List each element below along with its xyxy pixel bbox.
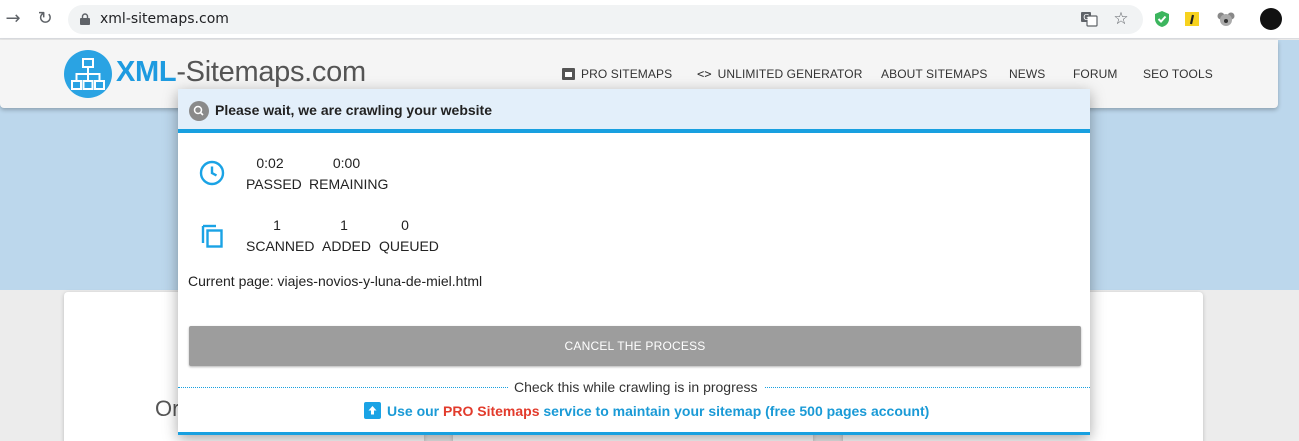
check-note-text: Check this while crawling is in progress (508, 379, 764, 395)
pages-queued-label: QUEUED (379, 238, 439, 254)
extension-i-icon[interactable] (1182, 9, 1202, 29)
reload-icon[interactable]: ↻ (34, 8, 56, 30)
current-page-text: Current page: viajes-novios-y-luna-de-mi… (188, 273, 483, 289)
forward-arrow-icon[interactable]: → (2, 8, 24, 30)
clock-icon (199, 160, 225, 186)
nav-news[interactable]: NEWS (1009, 67, 1045, 81)
time-passed-label: PASSED (246, 176, 302, 192)
url-text[interactable]: xml-sitemaps.com (100, 11, 229, 27)
dialog-bottom-border (178, 432, 1090, 435)
koala-extension-icon[interactable] (1216, 9, 1236, 29)
nav-seo-tools[interactable]: SEO TOOLS (1143, 67, 1213, 81)
time-remaining-label: REMAINING (309, 176, 389, 192)
pages-queued-value: 0 (401, 217, 409, 233)
pages-added-value: 1 (340, 217, 348, 233)
cancel-process-button[interactable]: CANCEL THE PROCESS (189, 326, 1081, 366)
translate-icon[interactable]: G (1080, 10, 1098, 28)
search-icon (189, 101, 209, 121)
copy-pages-icon (201, 224, 223, 248)
nav-forum[interactable]: FORUM (1073, 67, 1118, 81)
time-remaining-value: 0:00 (332, 155, 361, 171)
crawl-progress-dialog: Please wait, we are crawling your websit… (178, 89, 1090, 435)
svg-text:G: G (1083, 13, 1089, 22)
nav-pro-sitemaps[interactable]: PRO SITEMAPS (562, 67, 672, 81)
pages-added-label: ADDED (322, 238, 372, 254)
nav-unlimited-generator[interactable]: <> UNLIMITED GENERATOR (697, 67, 862, 81)
lock-icon (80, 13, 90, 25)
nav-about-sitemaps[interactable]: ABOUT SITEMAPS (881, 67, 988, 81)
card-heading: Or (155, 396, 180, 421)
time-passed-value: 0:02 (256, 155, 284, 171)
sitemap-logo-icon[interactable] (64, 50, 112, 98)
bookmark-star-icon[interactable]: ☆ (1112, 10, 1130, 28)
site-logo-text[interactable]: XML-Sitemaps.com (116, 56, 366, 89)
upload-cloud-icon (364, 402, 381, 419)
code-icon: <> (697, 67, 712, 81)
pages-scanned-label: SCANNED (246, 238, 315, 254)
pro-sitemaps-promo-link[interactable]: Use our PRO Sitemaps service to maintain… (364, 402, 929, 419)
browser-toolbar: → ↻ xml-sitemaps.com G ☆ (0, 0, 1299, 39)
address-bar[interactable]: xml-sitemaps.com G ☆ (68, 5, 1143, 34)
profile-avatar[interactable] (1260, 8, 1282, 30)
dialog-title: Please wait, we are crawling your websit… (215, 102, 493, 118)
pro-sitemaps-icon (562, 68, 575, 80)
dialog-header: Please wait, we are crawling your websit… (178, 89, 1090, 133)
shield-extension-icon[interactable] (1152, 9, 1172, 29)
pages-scanned-value: 1 (273, 217, 281, 233)
